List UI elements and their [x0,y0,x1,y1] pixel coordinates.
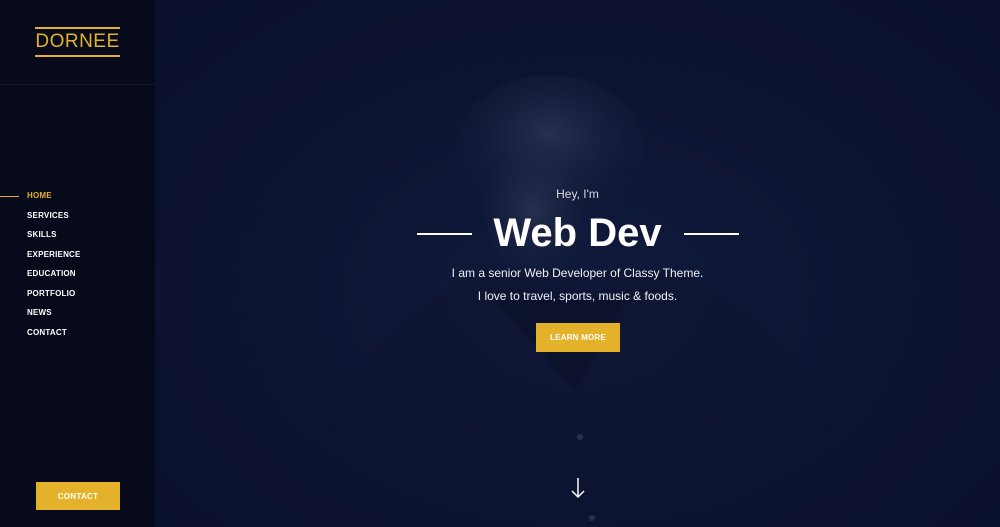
nav-item-education[interactable]: EDUCATION [0,267,155,287]
hero-background-portrait [305,75,855,527]
nav-item-label: SKILLS [27,230,57,239]
nav-item-news[interactable]: NEWS [0,306,155,326]
nav-item-portfolio[interactable]: PORTFOLIO [0,287,155,307]
hero-greeting: Hey, I'm [556,187,599,201]
arrow-down-icon[interactable] [568,477,588,499]
hero-title: Web Dev [493,211,662,255]
contact-button[interactable]: CONTACT [36,482,120,510]
site-logo[interactable]: DORNEE [35,27,120,57]
nav-item-home[interactable]: HOME [0,189,155,209]
nav-item-label: PORTFOLIO [27,288,76,298]
nav-item-label: NEWS [27,308,52,317]
sidebar-divider [0,84,155,85]
learn-more-button[interactable]: LEARN MORE [536,323,620,352]
active-nav-indicator [0,196,19,197]
nav-item-label: EXPERIENCE [27,249,81,259]
nav-item-label: HOME [27,191,52,200]
title-divider-right [684,233,739,235]
nav-item-services[interactable]: SERVICES [0,209,155,229]
sidebar: DORNEE HOME SERVICES SKILLS EXPERIENCE E… [0,0,155,527]
nav-item-experience[interactable]: EXPERIENCE [0,248,155,268]
main-nav: HOME SERVICES SKILLS EXPERIENCE EDUCATIO… [0,189,155,345]
nav-item-label: EDUCATION [27,269,76,278]
hero-section: Hey, I'm Web Dev I am a senior Web Devel… [155,0,1000,527]
nav-item-label: CONTACT [27,327,67,337]
nav-item-skills[interactable]: SKILLS [0,228,155,248]
nav-item-label: SERVICES [27,210,69,220]
hero-title-row: Web Dev [155,208,1000,258]
nav-item-contact[interactable]: CONTACT [0,326,155,346]
hero-tagline-line1: I am a senior Web Developer of Classy Th… [451,266,704,280]
hero-tagline-line2: I love to travel, sports, music & foods. [477,289,678,303]
